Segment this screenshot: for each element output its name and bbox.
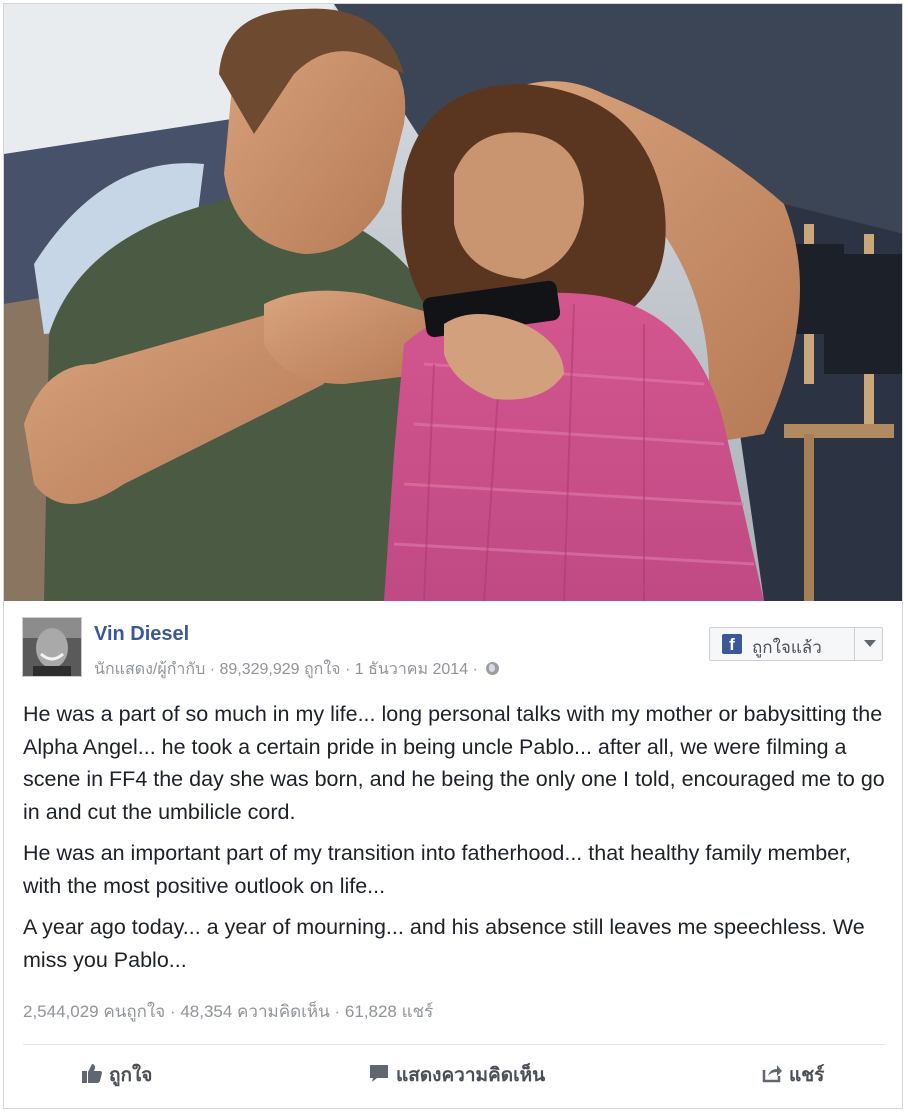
comment-icon [370, 1065, 388, 1082]
share-button[interactable]: แชร์ [761, 1060, 824, 1090]
avatar[interactable] [22, 617, 82, 677]
post-paragraph-3: A year ago today... a year of mourning..… [23, 915, 865, 972]
meta-separator-1: · [205, 661, 220, 678]
post-actions-bar: ถูกใจ แสดงความคิดเห็น แชร์ [4, 1045, 902, 1108]
thumbs-up-icon [82, 1064, 102, 1083]
post-body: He was a part of so much in my life... l… [23, 698, 885, 985]
post-photo-illustration [4, 4, 902, 601]
button-divider [854, 628, 855, 660]
meta-separator-3: · [468, 661, 483, 678]
post-meta: นักแสดง/ผู้กำกับ · 89,329,929 ถูกใจ · 1 … [94, 657, 500, 682]
comment-button[interactable]: แสดงความคิดเห็น [368, 1060, 545, 1090]
facebook-logo-icon: f [722, 634, 742, 654]
post-photo[interactable] [4, 4, 902, 601]
meta-separator-2: · [340, 661, 355, 678]
post-stats: 2,544,029 คนถูกใจ · 48,354 ความคิดเห็น ·… [23, 998, 433, 1025]
post-header: Vin Diesel นักแสดง/ผู้กำกับ · 89,329,929… [4, 601, 902, 682]
comments-count-link[interactable]: 48,354 ความคิดเห็น [180, 1002, 329, 1021]
comment-button-label: แสดงความคิดเห็น [396, 1065, 546, 1086]
stats-separator-1: · [165, 1002, 181, 1021]
liked-page-label: ถูกใจแล้ว [752, 638, 822, 657]
chevron-down-icon[interactable] [864, 640, 876, 647]
like-button-label: ถูกใจ [109, 1065, 153, 1086]
liked-page-button[interactable]: f ถูกใจแล้ว [709, 627, 883, 661]
page-name-link[interactable]: Vin Diesel [94, 623, 189, 646]
stats-separator-2: · [329, 1002, 345, 1021]
share-icon [762, 1065, 782, 1083]
like-button[interactable]: ถูกใจ [81, 1060, 152, 1090]
avatar-image [23, 618, 81, 676]
shares-count-link[interactable]: 61,828 แชร์ [345, 1002, 433, 1021]
share-button-label: แชร์ [789, 1065, 825, 1086]
post-paragraph-1: He was a part of so much in my life... l… [23, 702, 885, 824]
post-date-link[interactable]: 1 ธันวาคม 2014 [355, 661, 468, 678]
page-likes-count: 89,329,929 ถูกใจ [219, 661, 341, 678]
globe-icon [486, 662, 500, 675]
reactions-count-link[interactable]: 2,544,029 คนถูกใจ [23, 1002, 165, 1021]
page-category: นักแสดง/ผู้กำกับ [94, 661, 206, 678]
facebook-post-card: Vin Diesel นักแสดง/ผู้กำกับ · 89,329,929… [3, 3, 903, 1109]
post-paragraph-2: He was an important part of my transitio… [23, 841, 852, 898]
